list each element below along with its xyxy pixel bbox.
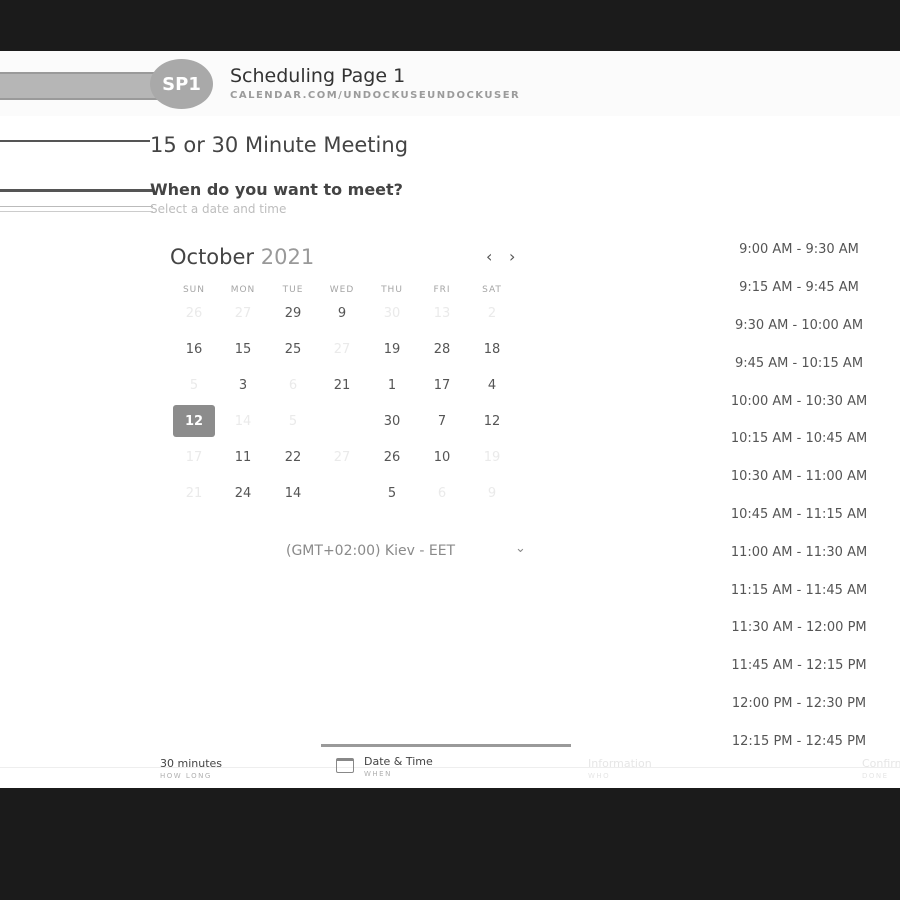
time-slot[interactable]: 11:00 AM - 11:30 AM <box>715 533 883 571</box>
step-datetime-value[interactable]: Date & Time <box>364 755 433 768</box>
time-slot[interactable]: 11:30 AM - 12:00 PM <box>715 609 883 647</box>
calendar-day: 14 <box>234 413 252 429</box>
calendar-day[interactable]: 26 <box>371 441 413 473</box>
calendar-day: 19 <box>483 449 501 465</box>
divider <box>0 211 153 212</box>
scheduling-page: SP1 Scheduling Page 1 CALENDAR.COM/UNDOC… <box>0 51 900 788</box>
avatar: SP1 <box>150 59 213 109</box>
step-information-value[interactable]: Information <box>588 757 652 770</box>
calendar-day[interactable]: 3 <box>222 369 264 401</box>
step-confirm-value[interactable]: Confirm <box>862 757 900 770</box>
weekday-label: THU <box>381 285 403 295</box>
calendar-icon <box>336 758 354 773</box>
calendar-day[interactable]: 28 <box>421 333 463 365</box>
step-information-label: WHO <box>588 772 611 780</box>
time-slot[interactable]: 10:15 AM - 10:45 AM <box>715 420 883 458</box>
weekday-label: WED <box>329 285 355 295</box>
calendar-day[interactable]: 17 <box>421 369 463 401</box>
calendar-day: 27 <box>333 341 351 357</box>
active-step-indicator <box>321 744 571 747</box>
weekday-label: TUE <box>282 285 304 295</box>
footer-divider <box>0 767 900 768</box>
header-bar: SP1 Scheduling Page 1 CALENDAR.COM/UNDOC… <box>0 51 900 116</box>
chevron-down-icon[interactable]: ⌄ <box>515 541 526 556</box>
time-slot[interactable]: 10:45 AM - 11:15 AM <box>715 496 883 534</box>
divider <box>0 189 153 192</box>
calendar-day[interactable]: 29 <box>272 297 314 329</box>
step-duration-value[interactable]: 30 minutes <box>160 757 222 770</box>
weekday-label: MON <box>230 285 256 295</box>
calendar-day[interactable]: 1 <box>371 369 413 401</box>
time-slot[interactable]: 9:30 AM - 10:00 AM <box>715 307 883 345</box>
time-slot[interactable]: 12:15 PM - 12:45 PM <box>715 722 883 760</box>
calendar-day[interactable]: 10 <box>421 441 463 473</box>
calendar-day <box>321 477 363 509</box>
divider <box>0 140 150 142</box>
calendar-day: 5 <box>189 377 199 393</box>
calendar-day[interactable]: 24 <box>222 477 264 509</box>
time-slot[interactable]: 10:30 AM - 11:00 AM <box>715 458 883 496</box>
calendar-day[interactable]: 4 <box>471 369 513 401</box>
calendar-day: 13 <box>433 305 451 321</box>
year-name: 2021 <box>260 245 315 269</box>
meeting-instruction: Select a date and time <box>150 202 287 216</box>
calendar-day: 30 <box>383 305 401 321</box>
calendar-day: 6 <box>437 485 447 501</box>
calendar-month-label: October 2021 <box>170 245 314 269</box>
weekday-label: SUN <box>182 285 206 295</box>
calendar-day[interactable]: 16 <box>173 333 215 365</box>
calendar-day[interactable]: 30 <box>371 405 413 437</box>
calendar-day[interactable]: 7 <box>421 405 463 437</box>
time-slot[interactable]: 9:45 AM - 10:15 AM <box>715 344 883 382</box>
calendar-day: 6 <box>288 377 298 393</box>
timezone-select[interactable]: (GMT+02:00) Kiev - EET <box>286 543 455 559</box>
chevron-right-icon[interactable]: › <box>509 247 515 266</box>
time-slot[interactable]: 11:15 AM - 11:45 AM <box>715 571 883 609</box>
step-duration-label: HOW LONG <box>160 772 212 780</box>
meeting-question: When do you want to meet? <box>150 180 403 199</box>
calendar-day[interactable]: 5 <box>371 477 413 509</box>
time-slot[interactable]: 10:00 AM - 10:30 AM <box>715 382 883 420</box>
calendar-day <box>321 405 363 437</box>
calendar-day: 9 <box>487 485 497 501</box>
time-slot[interactable]: 9:00 AM - 9:30 AM <box>715 231 883 269</box>
calendar-day[interactable]: 22 <box>272 441 314 473</box>
weekday-label: SAT <box>482 285 502 295</box>
calendar-day[interactable]: 25 <box>272 333 314 365</box>
step-confirm-label: DONE <box>862 772 889 780</box>
calendar-day[interactable]: 15 <box>222 333 264 365</box>
calendar-day[interactable]: 9 <box>321 297 363 329</box>
weekday-label: FRI <box>433 285 451 295</box>
calendar-day[interactable]: 21 <box>321 369 363 401</box>
step-datetime-label: WHEN <box>364 770 392 778</box>
calendar-day: 27 <box>234 305 252 321</box>
selected-day[interactable]: 12 <box>173 405 215 437</box>
calendar-day[interactable]: 11 <box>222 441 264 473</box>
meeting-title: 15 or 30 Minute Meeting <box>150 133 409 157</box>
chevron-left-icon[interactable]: ‹ <box>486 247 492 266</box>
calendar-day: 17 <box>185 449 203 465</box>
calendar-day: 26 <box>185 305 203 321</box>
calendar-day: 21 <box>185 485 203 501</box>
time-slot-list: 9:00 AM - 9:30 AM 9:15 AM - 9:45 AM 9:30 A… <box>715 231 883 760</box>
divider <box>0 206 153 207</box>
time-slot[interactable]: 12:00 PM - 12:30 PM <box>715 685 883 723</box>
sidebar-collapsed-bar <box>0 72 168 100</box>
time-slot[interactable]: 11:45 AM - 12:15 PM <box>715 647 883 685</box>
time-slot[interactable]: 9:15 AM - 9:45 AM <box>715 269 883 307</box>
page-name: Scheduling Page 1 <box>230 65 406 87</box>
calendar-day[interactable]: 12 <box>471 405 513 437</box>
calendar-day[interactable]: 14 <box>272 477 314 509</box>
calendar-day: 2 <box>487 305 497 321</box>
calendar-day: 27 <box>333 449 351 465</box>
calendar-day[interactable]: 19 <box>371 333 413 365</box>
month-name: October <box>170 245 255 269</box>
calendar-day[interactable]: 18 <box>471 333 513 365</box>
calendar-day: 5 <box>288 413 298 429</box>
page-url[interactable]: CALENDAR.COM/UNDOCKUSEUNDOCKUSER <box>230 90 520 101</box>
